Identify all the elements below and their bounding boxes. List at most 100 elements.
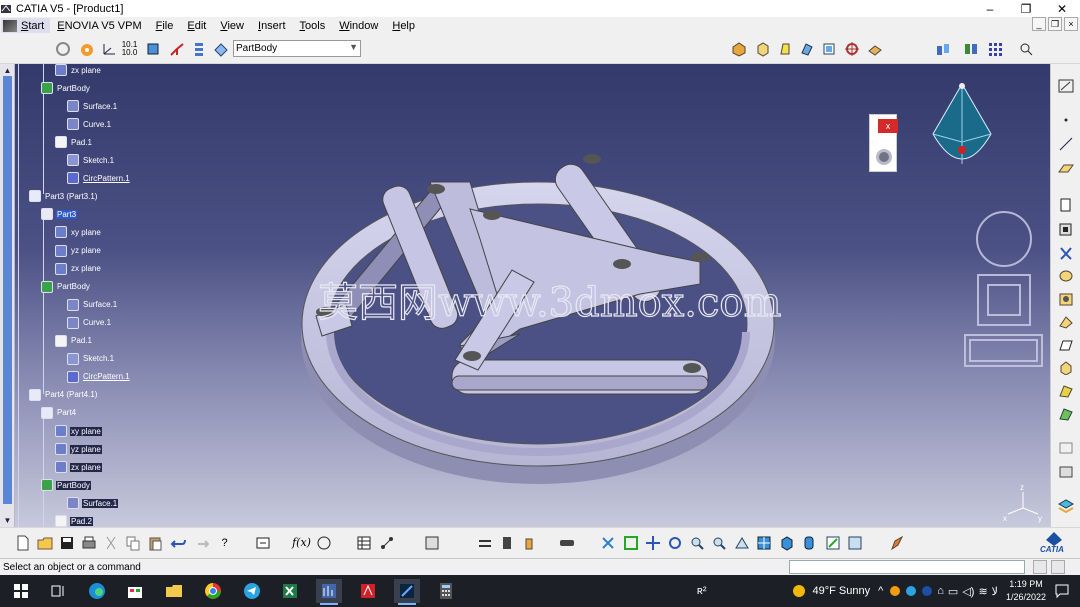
tree-item[interactable]: Surface.1 xyxy=(67,98,118,114)
plane-icon[interactable] xyxy=(1057,160,1075,176)
undo-icon[interactable] xyxy=(169,534,186,551)
save-icon[interactable] xyxy=(58,534,75,551)
assembly-icon[interactable] xyxy=(754,40,771,57)
graph-icon[interactable] xyxy=(378,534,395,551)
maximize-button[interactable]: ❐ xyxy=(1008,0,1044,17)
exit-icon[interactable]: x xyxy=(878,119,898,133)
power-input-field[interactable] xyxy=(789,560,1025,574)
measure-icon[interactable] xyxy=(1057,440,1075,456)
loft-icon[interactable] xyxy=(1057,383,1075,399)
volume-icon[interactable]: ◁) xyxy=(962,585,974,598)
tree-item[interactable]: Sketch.1 xyxy=(67,351,115,367)
compass-icon[interactable] xyxy=(932,83,992,164)
menu-enovia[interactable]: ENOVIA V5 VPM xyxy=(50,20,148,32)
tree-item[interactable]: Curve.1 xyxy=(67,116,112,132)
target-icon[interactable] xyxy=(843,40,860,57)
tree-item[interactable]: Pad.1 xyxy=(55,333,93,349)
calculator-icon[interactable] xyxy=(433,579,459,603)
slot-icon[interactable] xyxy=(1057,337,1075,353)
wifi-icon[interactable]: ≋ xyxy=(978,585,987,598)
shading-icon[interactable] xyxy=(800,534,817,551)
menu-view[interactable]: View xyxy=(213,20,251,32)
print-icon[interactable] xyxy=(80,534,97,551)
rotate-icon[interactable] xyxy=(666,534,683,551)
store-icon[interactable] xyxy=(122,579,148,603)
clock[interactable]: 1:19 PM 1/26/2022 xyxy=(1006,578,1046,604)
shape-icon[interactable] xyxy=(776,40,793,57)
chrome-icon[interactable] xyxy=(200,579,226,603)
doc-close-button[interactable]: × xyxy=(1064,17,1078,31)
tree-item[interactable]: Sketch.1 xyxy=(67,152,115,168)
remove-loft-icon[interactable] xyxy=(1057,406,1075,422)
constraint-icon[interactable] xyxy=(934,40,951,57)
normal-view-icon[interactable] xyxy=(733,534,750,551)
tree-scrollbar[interactable]: ▲ ▼ xyxy=(0,64,15,527)
task-view-icon[interactable] xyxy=(45,579,71,603)
paint-icon[interactable] xyxy=(888,534,905,551)
line-icon[interactable] xyxy=(1057,136,1075,152)
acrobat-icon[interactable] xyxy=(355,579,381,603)
menu-file[interactable]: File xyxy=(149,20,181,32)
vr-icon[interactable] xyxy=(558,534,575,551)
update-icon[interactable] xyxy=(54,40,71,57)
macro-icon[interactable] xyxy=(254,534,271,551)
notification-icon[interactable] xyxy=(1054,583,1070,599)
mechanism-icon[interactable] xyxy=(476,534,493,551)
close-button[interactable]: ✕ xyxy=(1044,0,1080,17)
tree-item[interactable]: Curve.1 xyxy=(67,315,112,331)
fit-icon[interactable] xyxy=(622,534,639,551)
sketch-plane-icon[interactable] xyxy=(212,40,229,57)
menu-tools[interactable]: Tools xyxy=(293,20,333,32)
menu-edit[interactable]: Edit xyxy=(180,20,213,32)
telegram-icon[interactable] xyxy=(239,579,265,603)
alert-icon[interactable] xyxy=(889,585,901,597)
explorer-icon[interactable] xyxy=(161,579,187,603)
move-icon[interactable] xyxy=(644,534,661,551)
surface-tool-icon[interactable] xyxy=(798,40,815,57)
catalog-icon[interactable] xyxy=(423,534,440,551)
work-object-combo[interactable]: PartBody ▼ xyxy=(233,40,361,57)
fly-mode-icon[interactable] xyxy=(78,40,95,57)
part-design-icon[interactable] xyxy=(730,40,747,57)
vpn-icon[interactable] xyxy=(921,585,933,597)
start-icon[interactable] xyxy=(8,579,34,603)
tree-item[interactable]: Surface.1 xyxy=(67,297,118,313)
table-icon[interactable] xyxy=(355,534,372,551)
scale-icon[interactable]: 10.1 10.0 xyxy=(121,40,138,57)
tree-item[interactable]: zx plane xyxy=(55,261,102,277)
tree-item[interactable]: CircPattern.1 xyxy=(67,170,131,186)
tree-item[interactable]: Pad.1 xyxy=(55,134,93,150)
tree-item[interactable]: PartBody xyxy=(41,477,91,493)
tree-item[interactable]: zx plane xyxy=(55,62,102,78)
compass-icon[interactable] xyxy=(168,40,185,57)
doc-minimize-button[interactable]: _ xyxy=(1032,17,1046,31)
iso-view-icon[interactable] xyxy=(778,534,795,551)
manipulate-icon[interactable] xyxy=(962,40,979,57)
bottle-icon[interactable] xyxy=(520,534,537,551)
knowledge-icon[interactable] xyxy=(315,534,332,551)
tree-item[interactable]: Part4 xyxy=(41,405,77,421)
grid-icon[interactable] xyxy=(986,40,1003,57)
tree-item[interactable]: yz plane xyxy=(55,243,102,259)
edge-icon[interactable] xyxy=(84,579,110,603)
multi-view-icon[interactable] xyxy=(755,534,772,551)
tree-item[interactable]: zx plane xyxy=(55,459,102,475)
tree-item[interactable]: xy plane xyxy=(55,224,102,240)
tree-item[interactable]: yz plane xyxy=(55,441,102,457)
tree-item[interactable]: Surface.1 xyxy=(67,495,119,511)
copy-icon[interactable] xyxy=(124,534,141,551)
settings-gear-icon[interactable] xyxy=(876,149,892,165)
tree-item[interactable]: PartBody xyxy=(41,80,91,96)
catia-icon[interactable] xyxy=(316,579,342,605)
menu-start[interactable]: Start xyxy=(1,18,51,33)
photoshop-icon[interactable] xyxy=(394,579,420,605)
tree-item[interactable]: PartBody xyxy=(41,279,91,295)
telegram-tray-icon[interactable] xyxy=(905,585,917,597)
apply-material-icon[interactable] xyxy=(1057,464,1075,480)
point-icon[interactable] xyxy=(1057,112,1075,128)
redo-icon[interactable] xyxy=(193,534,210,551)
new-file-icon[interactable] xyxy=(14,534,31,551)
menu-help[interactable]: Help xyxy=(385,20,422,32)
body-icon[interactable] xyxy=(144,40,161,57)
hide-show-icon[interactable] xyxy=(824,534,841,551)
